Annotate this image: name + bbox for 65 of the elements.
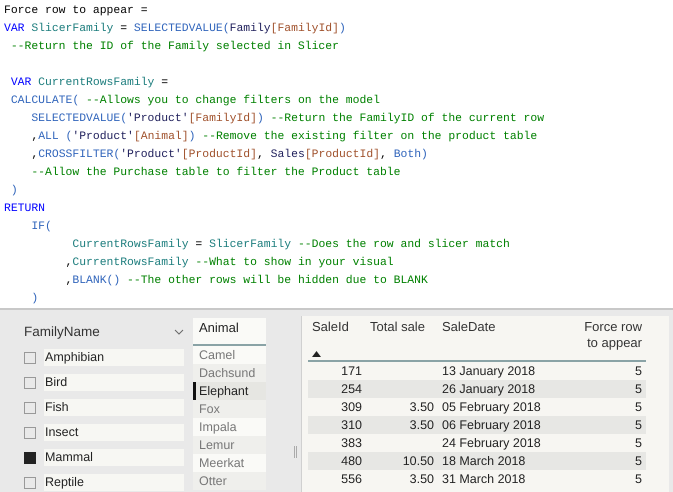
code-line: ,CROSSFILTER('Product'[ProductId], Sales[ProductId], Both) [30, 148, 429, 163]
table-cell-text: 18 March 2018 [441, 453, 526, 470]
code-line: --Return the ID of the Family selected in Slicer [10, 40, 340, 55]
table-cell-text: 06 February 2018 [441, 417, 542, 434]
table-cell-text: 254 [340, 381, 363, 398]
slicer-item[interactable]: Mammal [44, 449, 184, 466]
code-line: ,BLANK() --The other rows will be hidden due to BLANK [64, 274, 429, 289]
table-cell-text: 13 January 2018 [441, 363, 536, 380]
slicer-item[interactable]: Reptile [44, 474, 184, 491]
code-line: ,ALL ('Product'[Animal]) --Remove the existing filter on the product table [30, 130, 538, 145]
code-line: SELECTEDVALUE('Product'[FamilyId]) --Return the FamilyID of the current row [30, 112, 546, 127]
table-cell-text: 383 [340, 435, 363, 452]
checkbox[interactable] [24, 476, 36, 488]
code-line: CALCULATE( --Allows you to change filters on the model [10, 94, 381, 109]
table-cell-text: 05 February 2018 [441, 399, 542, 416]
table-cell-text: 5 [634, 471, 643, 488]
code-line: IF( [30, 220, 53, 235]
list-header: Animal [193, 318, 266, 346]
code-line: VAR CurrentRowsFamily = [10, 76, 170, 91]
checkbox[interactable] [24, 402, 36, 414]
table-cell-text: 480 [340, 453, 363, 470]
table-cell-text: 3.50 [408, 399, 435, 416]
table-cell-text: 310 [340, 417, 363, 434]
slicer-item[interactable]: Amphibian [44, 349, 184, 366]
list-item[interactable]: Camel [193, 346, 266, 364]
table-cell-text: 26 January 2018 [441, 381, 536, 398]
chevron-down-icon[interactable] [174, 328, 184, 334]
table-cell-text: 5 [634, 435, 643, 452]
table-cell-text: 31 March 2018 [441, 471, 526, 488]
checkbox[interactable] [24, 426, 36, 438]
table-cell-text: 3.50 [408, 471, 435, 488]
table-cell-text: 556 [340, 471, 363, 488]
slicer-title: FamilyName [24, 324, 100, 339]
list-item[interactable]: Otter [193, 472, 266, 490]
checkbox[interactable] [24, 352, 36, 364]
table-cell-text: 5 [634, 417, 643, 434]
table-cell-text: 5 [634, 363, 643, 380]
list-item[interactable]: Elephant [193, 382, 266, 400]
table-cell-text: 3.50 [408, 417, 435, 434]
list-item[interactable]: Impala [193, 418, 266, 436]
table-cell-text: 5 [634, 453, 643, 470]
resize-handle[interactable] [294, 446, 297, 458]
table-cell-text: 309 [340, 399, 363, 416]
table-cell-text: 24 February 2018 [441, 435, 542, 452]
checkbox[interactable] [24, 376, 36, 388]
code-line: --Allow the Purchase table to filter the Product table [30, 166, 402, 181]
slicer-item[interactable]: Fish [44, 399, 184, 416]
list-item[interactable]: Meerkat [193, 454, 266, 472]
code-line: ) [10, 184, 19, 199]
code-line: Force row to appear = [4, 4, 149, 19]
table-cell-text: 171 [340, 363, 363, 380]
code-line: RETURN [4, 202, 46, 217]
table-cell-text: 5 [634, 381, 643, 398]
code-line: VAR SlicerFamily = SELECTEDVALUE(Family[FamilyId]) [4, 22, 347, 37]
list-item[interactable]: Lemur [193, 436, 266, 454]
table-cell-text: 5 [634, 399, 643, 416]
code-line: CurrentRowsFamily = SlicerFamily --Does the row and slicer match [71, 238, 511, 253]
code-line: ,CurrentRowsFamily --What to show in your visual [64, 256, 395, 271]
list-item[interactable]: Dachsund [193, 364, 266, 382]
code-line: ) [30, 292, 40, 307]
checkbox[interactable] [24, 452, 36, 464]
table-cell-text: 10.50 [402, 453, 435, 470]
slicer-item[interactable]: Insect [44, 424, 184, 441]
list-item[interactable]: Fox [193, 400, 266, 418]
slicer-item[interactable]: Bird [44, 374, 184, 391]
